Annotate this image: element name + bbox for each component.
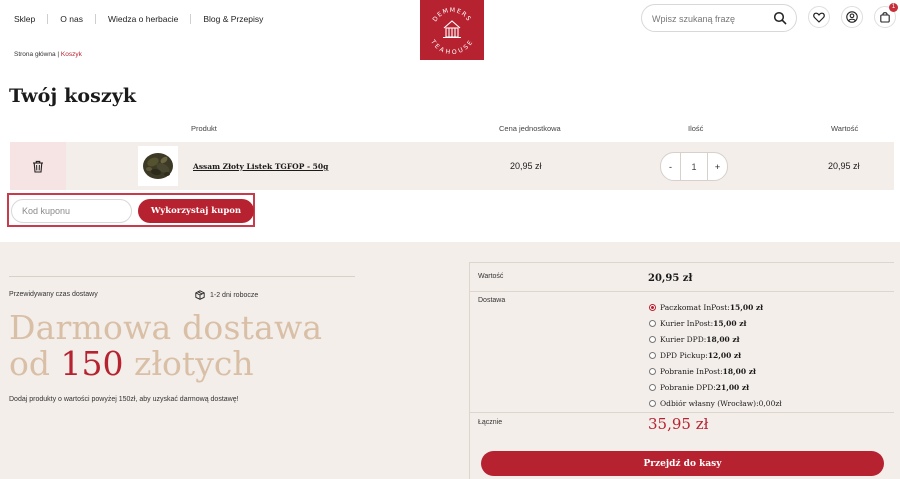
- package-icon: [195, 290, 205, 300]
- product-name-link[interactable]: Assam Złoty Listek TGFOP - 50g: [193, 162, 328, 171]
- column-header-quantity: Ilość: [688, 124, 704, 133]
- shopping-bag-icon: [880, 12, 890, 23]
- user-icon: [846, 11, 858, 23]
- search-input[interactable]: [652, 11, 770, 27]
- cart-count-badge: 1: [889, 3, 898, 12]
- row-total: 20,95 zł: [828, 161, 860, 171]
- checkout-button[interactable]: Przejdź do kasy: [481, 451, 884, 476]
- quantity-stepper: - 1 +: [660, 152, 728, 181]
- shipping-option-kurier-inpost[interactable]: Kurier InPost: 15,00 zł: [649, 315, 782, 331]
- delivery-time-value: 1-2 dni robocze: [210, 291, 259, 299]
- subtotal-value: 20,95 zł: [648, 273, 693, 284]
- radio-button[interactable]: [649, 319, 656, 327]
- column-header-total: Wartość: [831, 124, 859, 133]
- page-title: Twój koszyk: [9, 85, 137, 107]
- quantity-value[interactable]: 1: [681, 152, 707, 181]
- coupon-form: Wykorzystaj kupon: [7, 193, 255, 227]
- svg-text:TEAHOUSE: TEAHOUSE: [429, 38, 475, 56]
- coupon-code-input[interactable]: [11, 199, 132, 223]
- free-shipping-promo-line2: od 150 złotych: [9, 346, 254, 382]
- summary-hr-total: [470, 412, 894, 413]
- heart-icon: [813, 12, 825, 23]
- tea-leaves-image: [143, 153, 173, 179]
- teahouse-icon: [443, 20, 461, 39]
- column-header-product: Produkt: [191, 124, 217, 133]
- divider: [9, 276, 355, 277]
- delivery-time: 1-2 dni robocze: [195, 290, 258, 300]
- radio-button[interactable]: [649, 399, 656, 407]
- promo-currency: złotych: [123, 344, 254, 383]
- shipping-option-dpd-pickup[interactable]: DPD Pickup: 12,00 zł: [649, 347, 782, 363]
- site-header: Sklep O nas Wiedza o herbacie Blog & Prz…: [0, 0, 900, 60]
- promo-amount: 150: [60, 344, 124, 383]
- radio-button[interactable]: [649, 335, 656, 343]
- shipping-label: Dostawa: [478, 297, 506, 304]
- radio-button[interactable]: [649, 367, 656, 375]
- logo-text-bottom: TEAHOUSE: [429, 38, 474, 56]
- apply-coupon-button[interactable]: Wykorzystaj kupon: [138, 199, 254, 223]
- account-button[interactable]: [841, 6, 863, 28]
- summary-hr-top: [470, 262, 894, 263]
- nav-item-about[interactable]: O nas: [47, 14, 95, 24]
- radio-button[interactable]: [649, 383, 656, 391]
- summary-hr-shipping: [470, 291, 894, 292]
- free-shipping-note: Dodaj produkty o wartości powyżej 150zł,…: [9, 396, 239, 403]
- delivery-time-label: Przewidywany czas dostawy: [9, 291, 98, 298]
- brand-logo[interactable]: DEMMERS TEAHOUSE: [420, 0, 484, 60]
- search-box: [641, 4, 797, 32]
- subtotal-label: Wartość: [478, 273, 504, 280]
- total-value: 35,95 zł: [648, 415, 709, 433]
- logo-mark: DEMMERS TEAHOUSE: [429, 7, 475, 56]
- free-shipping-promo-line1: Darmowa dostawa: [9, 308, 323, 347]
- table-row: Assam Złoty Listek TGFOP - 50g 20,95 zł …: [10, 142, 894, 190]
- unit-price: 20,95 zł: [510, 161, 542, 171]
- breadcrumb-home[interactable]: Strona główna: [14, 51, 56, 58]
- quantity-decrease-button[interactable]: -: [660, 152, 681, 181]
- shipping-options: Paczkomat InPost: 15,00 zł Kurier InPost…: [649, 299, 782, 411]
- shipping-option-odbior-wlasny[interactable]: Odbiór własny (Wrocław): 0,00zł: [649, 395, 782, 411]
- nav-item-blog[interactable]: Blog & Przepisy: [190, 14, 275, 24]
- column-header-unit-price: Cena jednostkowa: [499, 124, 561, 133]
- nav-item-tea-knowledge[interactable]: Wiedza o herbacie: [94, 14, 190, 24]
- radio-button[interactable]: [649, 303, 656, 311]
- main-nav: Sklep O nas Wiedza o herbacie Blog & Prz…: [14, 14, 275, 24]
- wishlist-button[interactable]: [808, 6, 830, 28]
- promo-from: od: [9, 344, 61, 383]
- remove-item-button[interactable]: [10, 142, 66, 190]
- shipping-option-pobranie-dpd[interactable]: Pobranie DPD: 21,00 zł: [649, 379, 782, 395]
- breadcrumb: Strona główna | Koszyk: [14, 51, 82, 58]
- summary-divider: [469, 262, 470, 479]
- shipping-option-pobranie-inpost[interactable]: Pobranie InPost: 18,00 zł: [649, 363, 782, 379]
- breadcrumb-current: Koszyk: [60, 51, 82, 58]
- cart-button[interactable]: 1: [874, 3, 898, 28]
- search-icon[interactable]: [773, 11, 787, 25]
- trash-icon: [33, 160, 43, 173]
- quantity-increase-button[interactable]: +: [707, 152, 728, 181]
- radio-button[interactable]: [649, 351, 656, 359]
- shipping-option-paczkomat-inpost[interactable]: Paczkomat InPost: 15,00 zł: [649, 299, 782, 315]
- total-label: Łącznie: [478, 419, 503, 426]
- shipping-option-kurier-dpd[interactable]: Kurier DPD: 18,00 zł: [649, 331, 782, 347]
- product-thumbnail[interactable]: [138, 146, 178, 186]
- nav-item-shop[interactable]: Sklep: [14, 14, 47, 24]
